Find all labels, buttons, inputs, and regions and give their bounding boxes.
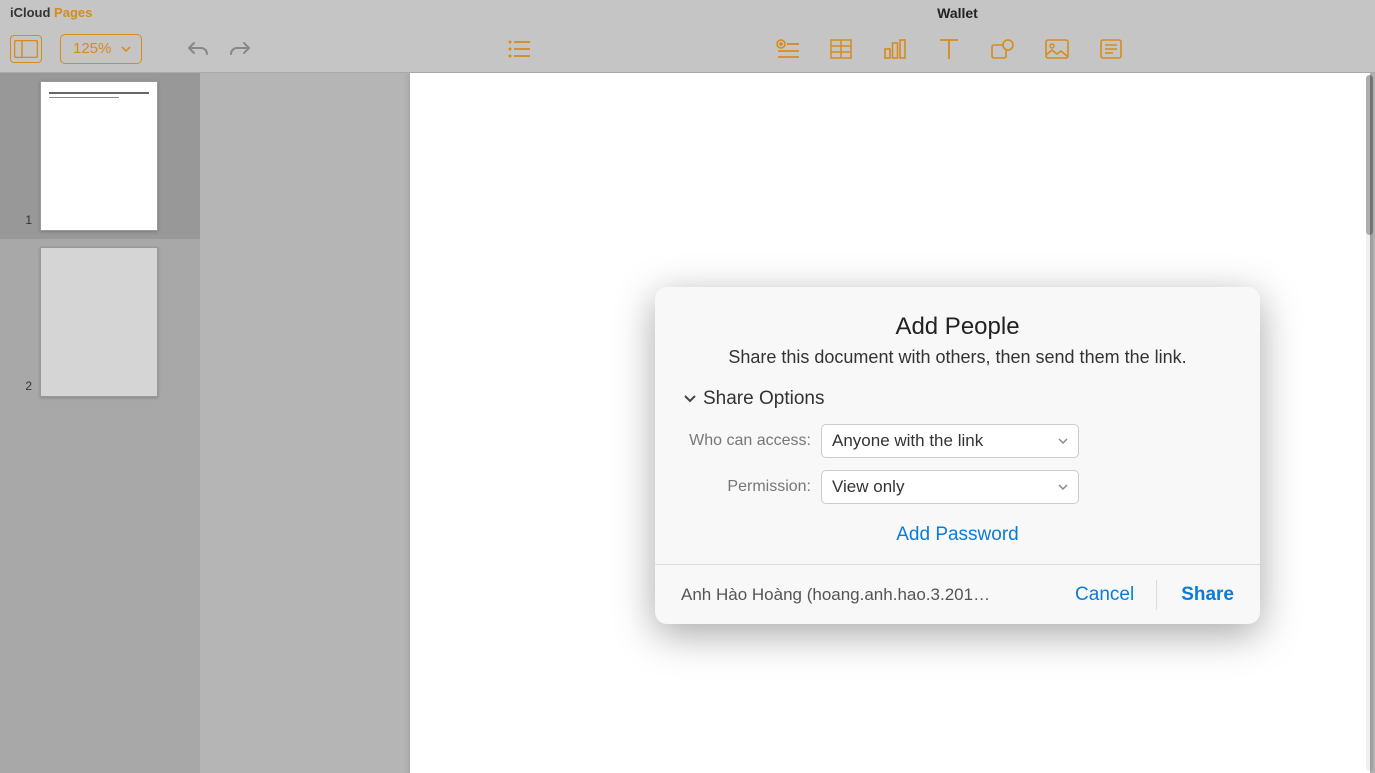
redo-icon <box>226 38 252 60</box>
list-icon <box>508 40 530 58</box>
toggle-sidebar-button[interactable] <box>10 35 42 63</box>
scrollbar-vertical[interactable] <box>1366 75 1373 771</box>
document-title: Wallet <box>937 5 978 21</box>
permission-row: Permission: View only <box>683 470 1232 504</box>
thumbnail-sidebar: 1 2 <box>0 73 200 773</box>
share-button[interactable]: Share <box>1157 584 1234 606</box>
undo-button[interactable] <box>186 36 212 62</box>
access-label: Who can access: <box>683 432 821 450</box>
add-password-row: Add Password <box>683 516 1232 546</box>
thumbnail-page[interactable]: 2 <box>0 239 200 405</box>
chevron-down-icon <box>1058 438 1068 445</box>
redo-button[interactable] <box>226 36 252 62</box>
thumbnail-number: 2 <box>22 379 32 393</box>
user-info: Anh Hào Hoàng (hoang.anh.hao.3.201… <box>681 585 1053 605</box>
toolbar-right <box>773 35 1125 63</box>
cancel-button[interactable]: Cancel <box>1053 584 1156 606</box>
comment-icon <box>1100 39 1122 59</box>
media-button[interactable] <box>1043 35 1071 63</box>
zoom-value: 125% <box>73 40 111 57</box>
permission-label: Permission: <box>683 478 821 496</box>
modal-subtitle: Share this document with others, then se… <box>683 347 1232 368</box>
access-row: Who can access: Anyone with the link <box>683 424 1232 458</box>
comment-button[interactable] <box>1097 35 1125 63</box>
permission-select[interactable]: View only <box>821 470 1079 504</box>
scrollbar-thumb[interactable] <box>1366 75 1373 235</box>
insert-icon <box>775 39 799 59</box>
thumb-content-line <box>49 97 119 98</box>
access-value: Anyone with the link <box>832 431 983 451</box>
thumbnail-preview <box>40 81 158 231</box>
modal-header: Add People Share this document with othe… <box>655 287 1260 388</box>
thumbnail-page[interactable]: 1 <box>0 73 200 239</box>
access-select[interactable]: Anyone with the link <box>821 424 1079 458</box>
add-password-link[interactable]: Add Password <box>896 524 1019 545</box>
zoom-select[interactable]: 125% <box>60 34 142 64</box>
share-modal: Add People Share this document with othe… <box>655 287 1260 624</box>
table-button[interactable] <box>827 35 855 63</box>
logo-pages: Pages <box>50 5 92 20</box>
list-button[interactable] <box>505 35 533 63</box>
logo-icloud: iCloud <box>10 5 50 20</box>
app-header: iCloud Pages Wallet <box>0 0 1375 25</box>
toolbar: 125% <box>0 25 1375 73</box>
modal-footer: Anh Hào Hoàng (hoang.anh.hao.3.201… Canc… <box>655 564 1260 624</box>
chevron-down-icon <box>121 46 131 52</box>
sidebar-icon <box>14 40 38 58</box>
thumbnail-preview <box>40 247 158 397</box>
permission-value: View only <box>832 477 904 497</box>
shape-icon <box>991 39 1015 59</box>
toolbar-center <box>505 35 533 63</box>
footer-buttons: Cancel Share <box>1053 565 1234 624</box>
undo-redo-group <box>186 36 252 62</box>
media-icon <box>1045 39 1069 59</box>
undo-icon <box>186 38 212 60</box>
insert-button[interactable] <box>773 35 801 63</box>
thumbnail-number: 1 <box>22 213 32 227</box>
shape-button[interactable] <box>989 35 1017 63</box>
chevron-down-icon <box>1058 484 1068 491</box>
share-options-label: Share Options <box>703 388 824 410</box>
share-options-section: Share Options Who can access: Anyone wit… <box>655 388 1260 564</box>
text-icon <box>939 38 959 60</box>
chevron-down-icon <box>683 394 697 404</box>
table-icon <box>830 39 852 59</box>
thumb-content-line <box>49 92 149 94</box>
chart-button[interactable] <box>881 35 909 63</box>
share-options-toggle[interactable]: Share Options <box>683 388 1232 410</box>
modal-title: Add People <box>683 313 1232 341</box>
chart-icon <box>884 39 906 59</box>
toolbar-left: 125% <box>10 34 252 64</box>
app-logo: iCloud Pages <box>10 5 92 20</box>
text-button[interactable] <box>935 35 963 63</box>
